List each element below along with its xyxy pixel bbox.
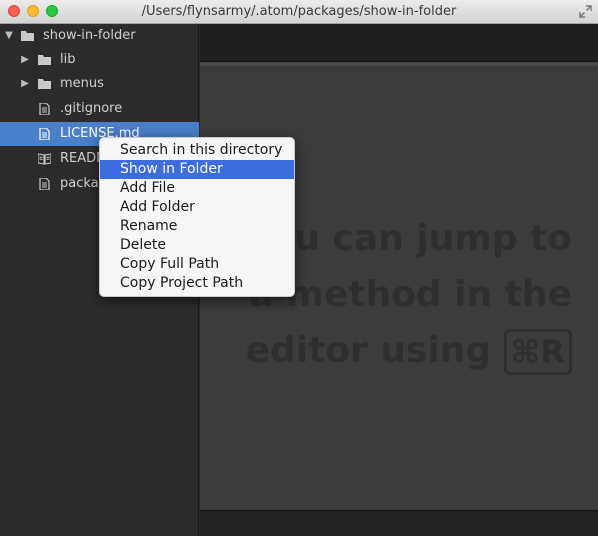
menu-item-add-folder[interactable]: Add Folder bbox=[100, 198, 294, 217]
status-bar bbox=[200, 510, 598, 536]
tree-item-gitignore[interactable]: .gitignore bbox=[0, 97, 199, 121]
chevron-right-icon[interactable]: ▶ bbox=[20, 72, 30, 96]
menu-item-copy-full-path[interactable]: Copy Full Path bbox=[100, 255, 294, 274]
tree-item-label: menus bbox=[60, 76, 104, 91]
file-icon bbox=[39, 178, 50, 190]
tree-item-lib[interactable]: ▶ lib bbox=[0, 48, 199, 72]
menu-item-search-in-directory[interactable]: Search in this directory bbox=[100, 141, 294, 160]
tree-root-item[interactable]: ▼ show-in-folder bbox=[0, 24, 199, 48]
chevron-right-icon[interactable]: ▶ bbox=[20, 48, 30, 72]
menu-item-show-in-folder[interactable]: Show in Folder bbox=[100, 160, 294, 179]
window-title: /Users/flynsarmy/.atom/packages/show-in-… bbox=[141, 4, 457, 19]
menu-item-add-file[interactable]: Add File bbox=[100, 179, 294, 198]
atom-window: /Users/flynsarmy/.atom/packages/show-in-… bbox=[0, 0, 598, 536]
tab-bar[interactable] bbox=[200, 24, 598, 62]
file-icon bbox=[39, 103, 50, 115]
tree-item-label: lib bbox=[60, 52, 76, 67]
menu-item-copy-project-path[interactable]: Copy Project Path bbox=[100, 274, 294, 293]
menu-item-rename[interactable]: Rename bbox=[100, 217, 294, 236]
menu-item-delete[interactable]: Delete bbox=[100, 236, 294, 255]
context-menu: Search in this directory Show in Folder … bbox=[99, 137, 295, 297]
tree-root-label: show-in-folder bbox=[43, 28, 136, 43]
book-icon bbox=[38, 153, 51, 165]
hint-line: editor using ⌘R bbox=[226, 323, 572, 379]
folder-icon bbox=[38, 79, 51, 89]
file-icon bbox=[39, 128, 50, 140]
tree-item-menus[interactable]: ▶ menus bbox=[0, 72, 199, 96]
hint-line-text: editor using bbox=[245, 330, 492, 371]
chevron-down-icon[interactable]: ▼ bbox=[4, 24, 14, 48]
folder-icon bbox=[38, 55, 51, 65]
fullscreen-icon[interactable] bbox=[579, 5, 592, 18]
folder-icon bbox=[21, 31, 34, 41]
tree-item-label: .gitignore bbox=[60, 101, 123, 116]
shortcut-key: ⌘R bbox=[503, 329, 572, 375]
title-bar[interactable]: /Users/flynsarmy/.atom/packages/show-in-… bbox=[0, 0, 598, 24]
